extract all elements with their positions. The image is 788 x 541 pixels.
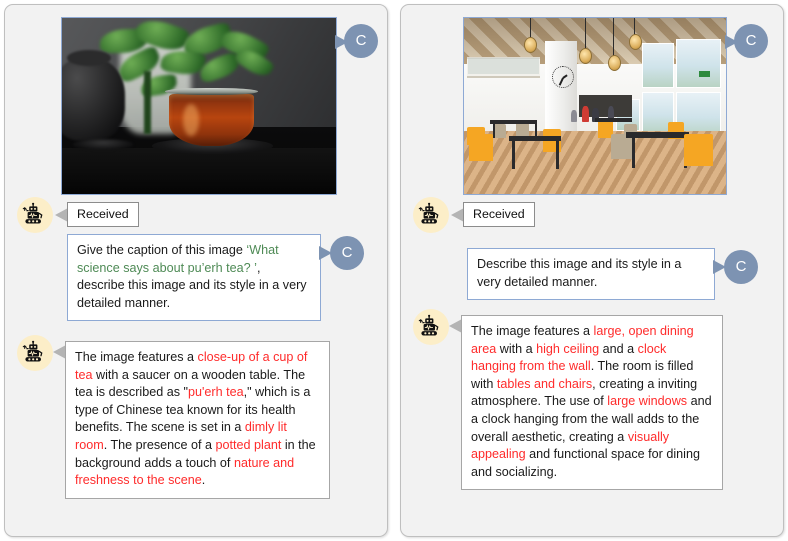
user-prompt-bubble[interactable]: Describe this image and its style in a v… bbox=[467, 248, 715, 301]
user-avatar[interactable]: C bbox=[734, 24, 768, 58]
response-seg: The image features a bbox=[471, 324, 594, 338]
response-seg: . bbox=[201, 473, 206, 488]
hall-column bbox=[545, 40, 577, 140]
person-figure bbox=[581, 106, 589, 122]
plant-stem bbox=[144, 70, 152, 135]
response-seg-red: high ceiling bbox=[536, 341, 600, 356]
window-pane bbox=[676, 39, 721, 89]
exit-sign-icon bbox=[699, 70, 711, 77]
table-leg bbox=[555, 141, 559, 170]
robot-icon bbox=[418, 314, 439, 336]
user-avatar[interactable]: C bbox=[724, 250, 758, 284]
hall-photo-scene bbox=[464, 18, 726, 194]
response-seg: . The presence of a bbox=[103, 437, 216, 452]
pendant-cord bbox=[584, 18, 586, 50]
tea-photo-table bbox=[62, 148, 336, 194]
conversation-panel-right: C Received Describe this image and its s… bbox=[400, 4, 784, 537]
table-leg bbox=[631, 137, 635, 168]
response-seg-red: tables and chairs bbox=[496, 376, 593, 391]
response-seg: and a bbox=[599, 341, 638, 356]
pendant-cord bbox=[529, 18, 531, 40]
received-label: Received bbox=[463, 202, 535, 227]
user-avatar[interactable]: C bbox=[330, 236, 364, 270]
robot-icon bbox=[22, 202, 43, 224]
robot-icon bbox=[22, 340, 43, 362]
prompt-text-plain-1: Give the caption of this image bbox=[77, 243, 247, 257]
bot-response-bubble: The image features a close-up of a cup o… bbox=[65, 341, 330, 499]
teapot-saucer-shape bbox=[72, 139, 134, 150]
bot-avatar[interactable] bbox=[17, 335, 53, 371]
bot-avatar[interactable] bbox=[17, 197, 53, 233]
bot-avatar[interactable] bbox=[413, 197, 449, 233]
person-figure bbox=[571, 109, 578, 122]
tea-cup-photo bbox=[61, 17, 337, 195]
teapot-lid-shape bbox=[67, 49, 112, 66]
robot-icon bbox=[418, 202, 439, 224]
yellow-chair bbox=[684, 134, 713, 166]
tea-cup-shape bbox=[168, 93, 254, 147]
response-seg-red: potted plant bbox=[215, 437, 282, 452]
dining-hall-photo bbox=[463, 17, 727, 195]
pendant-cord bbox=[613, 18, 615, 57]
response-seg: with a bbox=[496, 341, 537, 356]
table-leg bbox=[512, 141, 516, 170]
conversation-panel-left: C Received Give the caption of this imag… bbox=[4, 4, 388, 537]
teapot-shape bbox=[62, 56, 126, 142]
received-label: Received bbox=[67, 202, 139, 227]
window-pane bbox=[642, 42, 674, 89]
tea-photo-scene bbox=[62, 18, 336, 194]
hall-balcony-glass bbox=[467, 58, 539, 75]
dining-table bbox=[508, 135, 561, 142]
pendant-lamp-icon bbox=[608, 54, 622, 71]
wall-clock-icon bbox=[551, 65, 575, 89]
dining-table bbox=[595, 118, 632, 122]
tea-cup-highlight bbox=[182, 104, 199, 136]
response-seg-red: large windows bbox=[607, 394, 688, 409]
user-avatar[interactable]: C bbox=[344, 24, 378, 58]
dining-table bbox=[626, 132, 690, 138]
beige-chair bbox=[516, 121, 530, 136]
response-seg: The image features a bbox=[75, 350, 198, 364]
pendant-cord bbox=[634, 18, 636, 36]
dining-table bbox=[490, 120, 538, 124]
bot-avatar[interactable] bbox=[413, 309, 449, 345]
clock-minute-hand bbox=[558, 77, 564, 86]
user-prompt-bubble[interactable]: Give the caption of this image ‘What sci… bbox=[67, 234, 321, 322]
table-leg bbox=[492, 123, 495, 138]
response-seg-red: pu'erh tea bbox=[187, 385, 244, 400]
bot-response-bubble: The image features a large, open dining … bbox=[461, 315, 723, 491]
prompt-text-plain: Describe this image and its style in a v… bbox=[477, 257, 682, 289]
pendant-lamp-icon bbox=[629, 33, 643, 50]
screenshot-root: C Received Give the caption of this imag… bbox=[0, 0, 788, 541]
yellow-chair bbox=[469, 134, 493, 161]
